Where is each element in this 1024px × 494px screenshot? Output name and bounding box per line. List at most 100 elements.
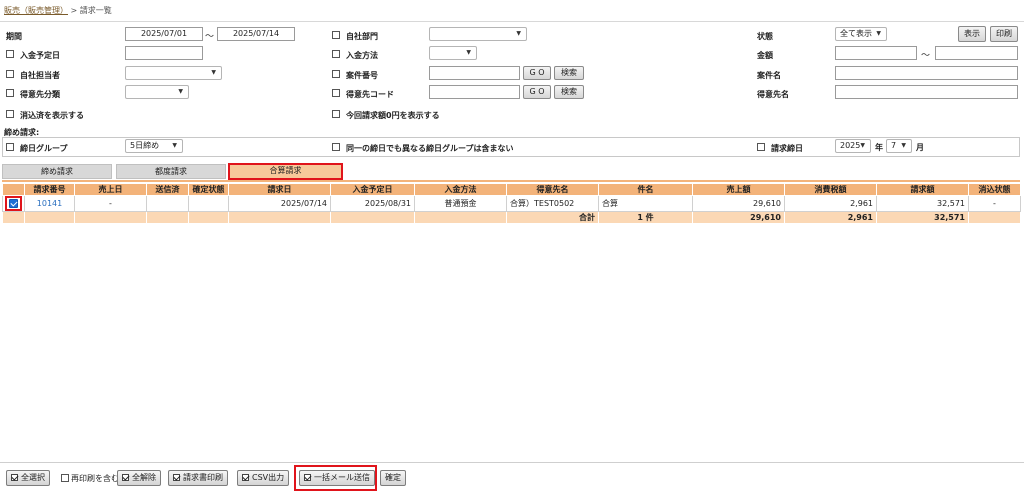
reprint-label: 再印刷を含む — [71, 474, 119, 483]
year-select[interactable]: 2025 ▼ — [835, 139, 871, 153]
same-day-checkbox[interactable] — [332, 143, 340, 151]
total-count: 1 件 — [598, 211, 693, 224]
deselect-all-button[interactable]: 全解除 — [117, 470, 161, 486]
check-icon — [11, 474, 18, 481]
deselect-all-label: 全解除 — [132, 473, 156, 482]
bulk-mail-button[interactable]: 一括メール送信 — [299, 470, 375, 486]
header-cell[interactable]: 消費税額 — [784, 183, 877, 196]
status-select[interactable]: 全て表示 ▼ — [835, 27, 887, 41]
closing-group-value: 5日締め — [130, 141, 160, 150]
header-cell[interactable]: 入金方法 — [414, 183, 507, 196]
payment-due-checkbox[interactable] — [6, 50, 14, 58]
payment-method-checkbox[interactable] — [332, 50, 340, 58]
project-no-checkbox[interactable] — [332, 70, 340, 78]
header-cell[interactable]: 件名 — [598, 183, 693, 196]
billing-close-checkbox[interactable] — [757, 143, 765, 151]
status-label: 状態 — [757, 32, 773, 41]
customer-name-input[interactable] — [835, 85, 1018, 99]
staff-select[interactable]: ▼ — [125, 66, 222, 80]
invoice-number-link[interactable]: 10141 — [24, 195, 75, 212]
customer-class-checkbox[interactable] — [6, 89, 14, 97]
customer-search-button[interactable]: 検索 — [554, 85, 584, 99]
bill-date-cell: 2025/07/14 — [228, 195, 331, 212]
select-all-label: 全選択 — [21, 473, 45, 482]
header-cell[interactable]: 請求日 — [228, 183, 331, 196]
month-select[interactable]: 7 ▼ — [886, 139, 912, 153]
amount-from-input[interactable] — [835, 46, 917, 60]
bulk-mail-label: 一括メール送信 — [314, 473, 370, 482]
print-button[interactable]: 印刷 — [990, 26, 1018, 42]
payment-method-label: 入金方法 — [346, 51, 378, 60]
amount-to-input[interactable] — [935, 46, 1018, 60]
invoice-table: 請求番号 売上日 送信済 確定状態 請求日 入金予定日 入金方法 得意先名 件名… — [2, 183, 1021, 224]
closing-group-select[interactable]: 5日締め ▼ — [125, 139, 183, 153]
payment-method-select[interactable]: ▼ — [429, 46, 477, 60]
project-go-button[interactable]: G O — [523, 66, 551, 80]
chevron-down-icon: ▼ — [466, 49, 471, 56]
csv-export-button[interactable]: CSV出力 — [237, 470, 290, 486]
reprint-option[interactable]: 再印刷を含む — [61, 473, 119, 484]
header-cell[interactable]: 送信済 — [146, 183, 189, 196]
show-button[interactable]: 表示 — [958, 26, 986, 42]
header-cell[interactable]: 得意先名 — [506, 183, 599, 196]
confirm-button[interactable]: 確定 — [380, 470, 406, 486]
project-name-input[interactable] — [835, 66, 1018, 80]
tab-closing-billing[interactable]: 締め請求 — [2, 164, 112, 179]
chevron-down-icon: ▼ — [211, 69, 216, 76]
print-invoice-button[interactable]: 請求書印刷 — [168, 470, 228, 486]
project-no-input[interactable] — [429, 66, 520, 80]
show-cleared-checkbox[interactable] — [6, 110, 14, 118]
header-cell[interactable]: 売上日 — [74, 183, 147, 196]
year-unit: 年 — [875, 143, 883, 152]
customer-class-label: 得意先分類 — [20, 90, 60, 99]
customer-cell: 合算）TEST0502 — [506, 195, 599, 212]
tab-per-billing[interactable]: 都度請求 — [116, 164, 226, 179]
row-select-cell — [2, 195, 25, 212]
payment-method-cell: 普通預金 — [414, 195, 507, 212]
dept-checkbox[interactable] — [332, 31, 340, 39]
closing-group-checkbox[interactable] — [6, 143, 14, 151]
period-from-input[interactable]: 2025/07/01 — [125, 27, 203, 41]
header-cell[interactable]: 売上額 — [692, 183, 785, 196]
breadcrumb-parent-link[interactable]: 販売（販売管理） — [4, 6, 68, 15]
chevron-down-icon: ▼ — [172, 142, 177, 149]
check-icon — [242, 474, 249, 481]
header-cell[interactable]: 請求額 — [876, 183, 969, 196]
month-unit: 月 — [916, 143, 924, 152]
header-cell[interactable]: 確定状態 — [188, 183, 229, 196]
customer-code-checkbox[interactable] — [332, 89, 340, 97]
period-to-input[interactable]: 2025/07/14 — [217, 27, 295, 41]
csv-export-label: CSV出力 — [252, 473, 285, 482]
chevron-down-icon: ▼ — [901, 142, 906, 149]
total-sales: 29,610 — [692, 211, 785, 224]
customer-name-label: 得意先名 — [757, 90, 789, 99]
row-select-highlight — [5, 196, 22, 211]
select-all-button[interactable]: 全選択 — [6, 470, 50, 486]
same-day-label: 同一の締日でも異なる締日グループは含まない — [346, 144, 514, 153]
dept-select[interactable]: ▼ — [429, 27, 527, 41]
header-cell[interactable]: 請求番号 — [24, 183, 75, 196]
project-no-label: 案件番号 — [346, 71, 378, 80]
header-checkbox — [2, 183, 25, 196]
header-cell[interactable]: 消込状態 — [968, 183, 1021, 196]
billing-close-label: 請求締日 — [771, 144, 803, 153]
customer-class-select[interactable]: ▼ — [125, 85, 189, 99]
show-zero-checkbox[interactable] — [332, 110, 340, 118]
staff-checkbox[interactable] — [6, 70, 14, 78]
due-date-cell: 2025/08/31 — [330, 195, 415, 212]
header-cell[interactable]: 入金予定日 — [330, 183, 415, 196]
project-search-button[interactable]: 検索 — [554, 66, 584, 80]
reprint-checkbox[interactable] — [61, 474, 69, 482]
customer-code-input[interactable] — [429, 85, 520, 99]
table-row: 10141 - 2025/07/14 2025/08/31 普通預金 合算）TE… — [2, 195, 1021, 212]
customer-go-button[interactable]: G O — [523, 85, 551, 99]
tab-combined-billing[interactable]: 合算請求 — [228, 163, 343, 180]
bill-amount-cell: 32,571 — [876, 195, 969, 212]
show-cleared-label: 消込済を表示する — [20, 111, 84, 120]
payment-due-input[interactable] — [125, 46, 203, 60]
year-value: 2025 — [840, 141, 861, 150]
payment-due-label: 入金予定日 — [20, 51, 60, 60]
row-select-checkbox[interactable] — [9, 199, 18, 208]
header-divider — [0, 21, 1024, 22]
chevron-down-icon: ▼ — [860, 142, 865, 149]
